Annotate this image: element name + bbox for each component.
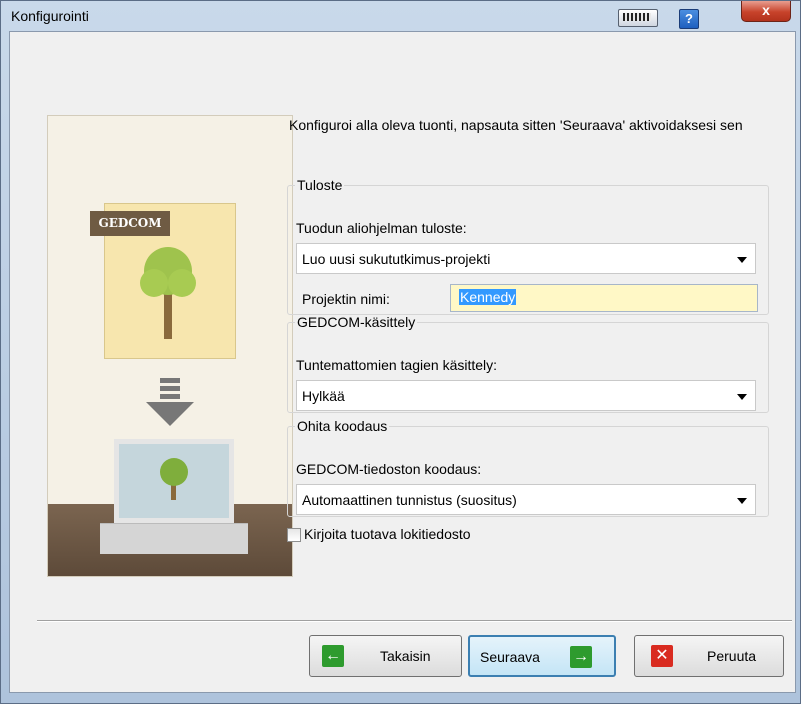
output-label: Tuodun aliohjelman tuloste: (296, 220, 467, 236)
down-arrow-icon (146, 378, 194, 426)
chevron-down-icon (737, 394, 747, 400)
laptop-base (100, 523, 248, 554)
encoding-dropdown[interactable]: Automaattinen tunnistus (suositus) (296, 484, 756, 515)
encoding-label: GEDCOM-tiedoston koodaus: (296, 461, 482, 477)
cancel-button[interactable]: ✕ Peruuta (634, 635, 784, 677)
laptop-icon (114, 439, 234, 523)
project-name-field[interactable]: Kennedy (450, 284, 758, 312)
encoding-value: Automaattinen tunnistus (suositus) (302, 492, 517, 508)
output-group: Tuloste Tuodun aliohjelman tuloste: Luo … (287, 177, 769, 315)
help-icon[interactable]: ? (679, 9, 699, 29)
back-arrow-icon: ← (322, 645, 344, 667)
project-name-label: Projektin nimi: (302, 291, 390, 307)
cancel-button-label: Peruuta (707, 648, 757, 664)
back-button[interactable]: ← Takaisin (309, 635, 462, 677)
write-log-label[interactable]: Kirjoita tuotava lokitiedosto (304, 526, 471, 542)
unknown-tags-dropdown[interactable]: Hylkää (296, 380, 756, 411)
keyboard-icon[interactable] (618, 9, 658, 27)
unknown-tags-label: Tuntemattomien tagien käsittely: (296, 357, 498, 373)
footer-separator (37, 620, 792, 622)
gedcom-group-legend: GEDCOM-käsittely (297, 314, 416, 330)
chevron-down-icon (737, 498, 747, 504)
encoding-group-legend: Ohita koodaus (297, 418, 388, 434)
back-button-label: Takaisin (380, 648, 431, 664)
project-name-value: Kennedy (459, 289, 517, 305)
title-bar[interactable]: Konfigurointi ? x (1, 1, 800, 31)
instruction-text: Konfiguroi alla oleva tuonti, napsauta s… (289, 117, 743, 133)
gedcom-handling-group: GEDCOM-käsittely Tuntemattomien tagien k… (287, 314, 769, 413)
gedcom-doc-label: GEDCOM (90, 211, 170, 236)
output-group-legend: Tuloste (297, 177, 343, 193)
next-button[interactable]: Seuraava → (468, 635, 616, 677)
write-log-checkbox[interactable] (287, 528, 301, 542)
encoding-group: Ohita koodaus GEDCOM-tiedoston koodaus: … (287, 418, 769, 517)
import-illustration: GEDCOM (47, 115, 293, 577)
next-arrow-icon: → (570, 646, 592, 668)
next-button-label: Seuraava (480, 649, 540, 665)
close-icon[interactable]: x (741, 1, 791, 22)
unknown-tags-value: Hylkää (302, 388, 345, 404)
cancel-x-icon: ✕ (651, 645, 673, 667)
laptop-tree-icon (160, 458, 188, 500)
tree-icon (140, 247, 196, 339)
output-dropdown[interactable]: Luo uusi sukututkimus-projekti (296, 243, 756, 274)
chevron-down-icon (737, 257, 747, 263)
output-dropdown-value: Luo uusi sukututkimus-projekti (302, 251, 491, 267)
dialog-window: Konfigurointi ? x GEDCOM Konfiguroi alla… (0, 0, 801, 704)
window-title: Konfigurointi (11, 8, 89, 24)
